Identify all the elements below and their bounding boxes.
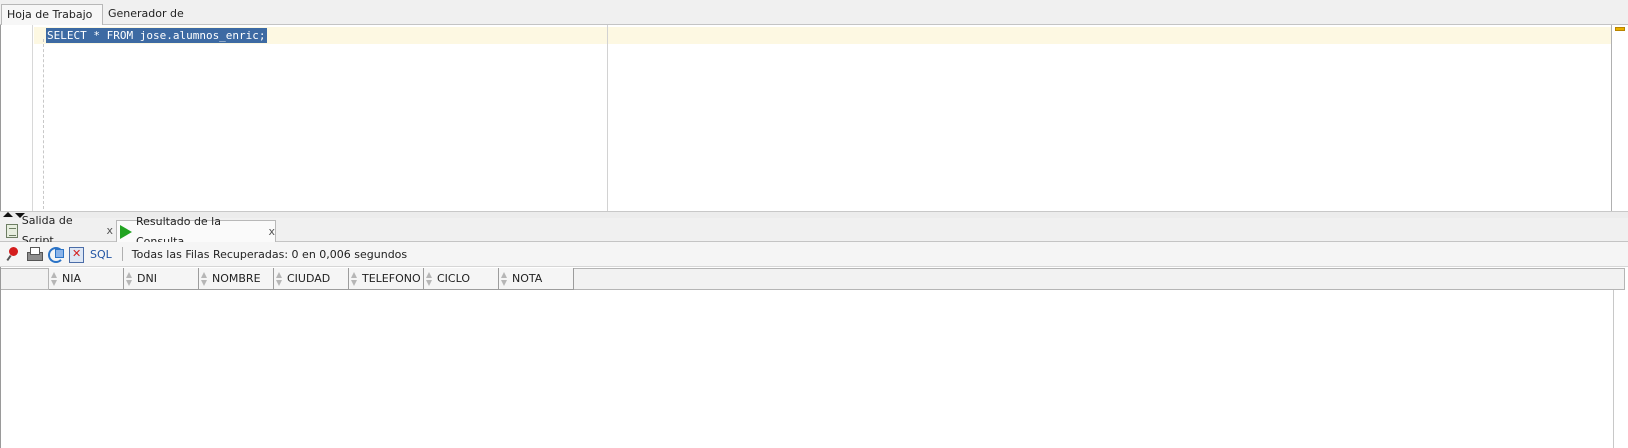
grid-scrollbar[interactable] <box>1613 290 1614 448</box>
sql-button[interactable]: SQL <box>90 248 112 261</box>
tab-script-output[interactable]: Salida de Script x <box>3 214 113 247</box>
warning-marker-icon[interactable] <box>1615 27 1625 31</box>
column-header-ciudad[interactable]: CIUDAD <box>274 268 349 290</box>
fold-guide <box>43 39 44 209</box>
sort-icon[interactable] <box>276 271 283 287</box>
current-line-highlight <box>34 27 1611 44</box>
sql-editor[interactable]: SELECT * FROM jose.alumnos_enric; <box>0 25 1628 211</box>
result-grid[interactable]: NIA DNI NOMBRE CIUDAD TELEFONO CICLO NOTA <box>0 267 1628 448</box>
print-icon[interactable] <box>26 246 43 262</box>
worksheet-tab-strip: Hoja de Trabajo Generador de Consultas <box>0 0 1628 39</box>
sort-icon[interactable] <box>351 271 358 287</box>
editor-right-border <box>1611 25 1612 211</box>
sort-icon[interactable] <box>426 271 433 287</box>
column-header-dni[interactable]: DNI <box>124 268 199 290</box>
result-toolbar: SQL Todas las Filas Recuperadas: 0 en 0,… <box>0 242 1628 267</box>
output-tab-strip: Salida de Script x Resultado de la Consu… <box>0 214 1628 248</box>
script-output-icon <box>6 224 18 238</box>
column-header-label: TELEFONO <box>362 272 421 285</box>
pin-icon[interactable] <box>5 246 21 262</box>
expand-up-icon[interactable] <box>3 212 13 217</box>
column-header-label: DNI <box>137 272 157 285</box>
column-header-label: CICLO <box>437 272 470 285</box>
tab-query-builder[interactable]: Generador de Consultas <box>103 4 233 39</box>
close-query-result-icon[interactable]: x <box>268 222 275 242</box>
column-header-label: CIUDAD <box>287 272 331 285</box>
column-header-ciclo[interactable]: CICLO <box>424 268 499 290</box>
column-header-label: NOTA <box>512 272 543 285</box>
tab-worksheet[interactable]: Hoja de Trabajo <box>1 4 103 25</box>
row-number-header <box>1 268 49 290</box>
close-script-output-icon[interactable]: x <box>106 221 113 241</box>
column-header-nia[interactable]: NIA <box>49 268 124 290</box>
cancel-icon[interactable] <box>68 246 84 263</box>
sort-icon[interactable] <box>51 271 58 287</box>
line-gutter <box>1 25 33 211</box>
column-header-telefono[interactable]: TELEFONO <box>349 268 424 290</box>
sort-icon[interactable] <box>126 271 133 287</box>
run-icon <box>120 224 132 239</box>
right-margin-guide <box>607 25 608 211</box>
sort-icon[interactable] <box>201 271 208 287</box>
column-header-nombre[interactable]: NOMBRE <box>199 268 274 290</box>
sql-statement[interactable]: SELECT * FROM jose.alumnos_enric; <box>46 28 267 43</box>
column-header-label: NOMBRE <box>212 272 261 285</box>
fetch-status: Todas las Filas Recuperadas: 0 en 0,006 … <box>131 247 408 261</box>
column-header-nota[interactable]: NOTA <box>499 268 574 290</box>
sort-icon[interactable] <box>501 271 508 287</box>
toolbar-separator <box>121 247 123 261</box>
tab-query-result[interactable]: Resultado de la Consulta x <box>116 215 276 248</box>
refresh-icon[interactable] <box>47 246 64 263</box>
column-header-label: NIA <box>62 272 81 285</box>
